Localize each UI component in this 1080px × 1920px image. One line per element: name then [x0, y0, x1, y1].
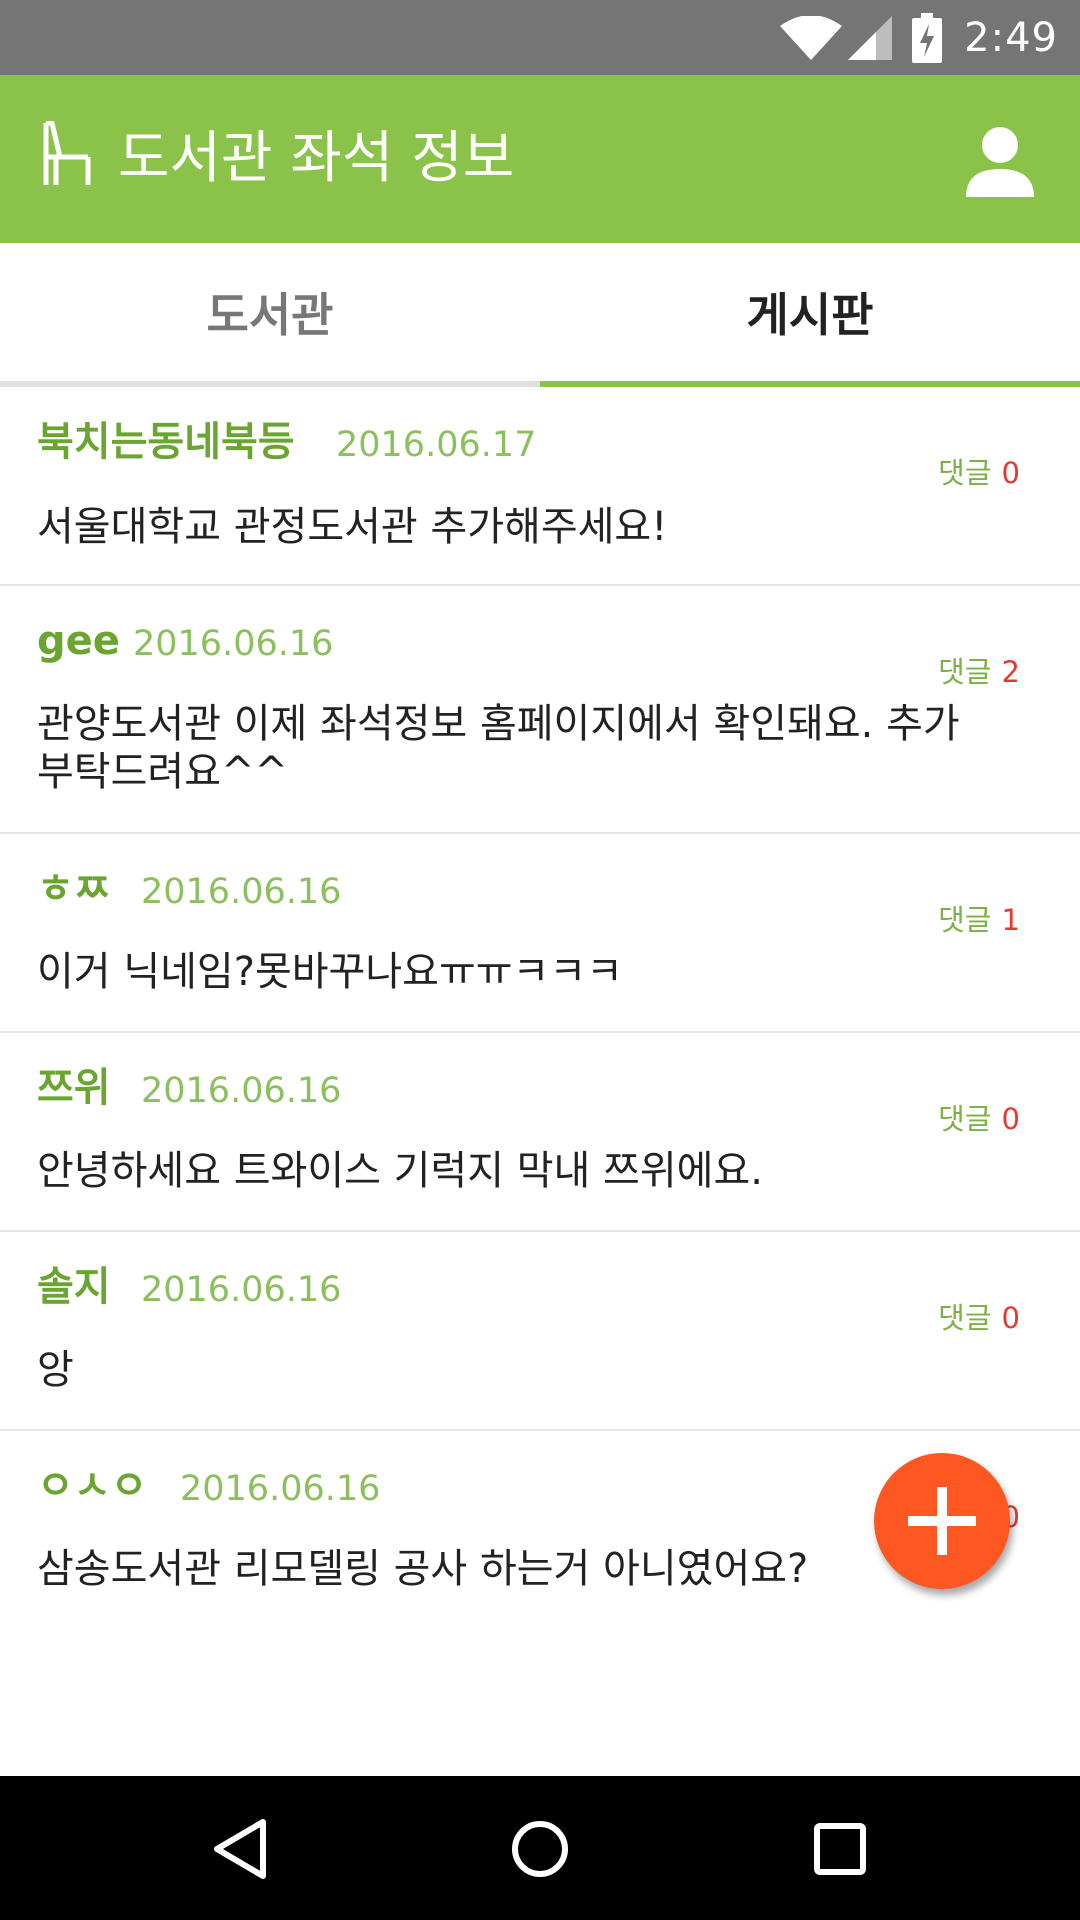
cell-signal-icon	[848, 15, 893, 60]
post-item[interactable]: gee 2016.06.16 댓글 2 관양도서관 이제 좌석정보 홈페이지에서 …	[0, 586, 1080, 834]
post-date: 2016.06.16	[141, 1071, 342, 1111]
tab-board[interactable]: 게시판	[540, 243, 1080, 381]
profile-button[interactable]	[960, 121, 1040, 201]
comment-number: 1	[1001, 903, 1020, 937]
post-date: 2016.06.16	[141, 872, 342, 912]
status-time: 2:49	[964, 14, 1058, 61]
post-date: 2016.06.16	[141, 1270, 342, 1310]
post-body: 서울대학교 관정도서관 추가해주세요!	[37, 504, 668, 550]
comment-number: 2	[1001, 655, 1020, 689]
comment-number: 0	[1001, 1301, 1020, 1335]
chair-icon	[43, 121, 91, 185]
back-icon[interactable]	[205, 1814, 275, 1884]
post-date: 2016.06.16	[133, 624, 334, 664]
post-author: 쯔위	[37, 1065, 111, 1111]
comment-label: 댓글	[938, 1301, 992, 1335]
comment-count: 댓글 1	[938, 902, 1020, 938]
person-icon	[966, 127, 1034, 197]
comment-label: 댓글	[938, 903, 992, 937]
battery-charging-icon	[912, 12, 943, 63]
post-item[interactable]: 북치는동네북등 2016.06.17 댓글 0 서울대학교 관정도서관 추가해주세…	[0, 387, 1080, 586]
post-date: 2016.06.17	[336, 425, 537, 465]
navigation-bar	[0, 1776, 1080, 1920]
post-item[interactable]: 솔지 2016.06.16 댓글 0 앙	[0, 1232, 1080, 1431]
recents-icon[interactable]	[805, 1814, 875, 1884]
comment-number: 0	[1001, 1102, 1020, 1136]
post-author: 솔지	[37, 1264, 111, 1310]
plus-icon	[908, 1487, 976, 1555]
post-list: 북치는동네북등 2016.06.17 댓글 0 서울대학교 관정도서관 추가해주세…	[0, 387, 1080, 1630]
comment-label: 댓글	[938, 456, 992, 490]
tab-bar: 도서관 게시판	[0, 243, 1080, 387]
wifi-icon	[780, 15, 843, 60]
post-body: 삼송도서관 리모델링 공사 하는거 아니였어요?	[37, 1546, 809, 1592]
comment-count: 댓글 0	[938, 1101, 1020, 1137]
post-body: 관양도서관 이제 좌석정보 홈페이지에서 확인돼요. 추가부탁드려요^^	[37, 701, 960, 795]
post-item[interactable]: ㅎㅉ 2016.06.16 댓글 1 이거 닉네임?못바꾸나요ㅠㅠㅋㅋㅋ	[0, 834, 1080, 1033]
comment-label: 댓글	[938, 1102, 992, 1136]
comment-number: 0	[1001, 456, 1020, 490]
add-post-button[interactable]	[874, 1453, 1010, 1589]
comment-count: 댓글 0	[938, 1300, 1020, 1336]
status-icons: 2:49	[780, 0, 1058, 75]
post-date: 2016.06.16	[180, 1469, 381, 1509]
app-title: 도서관 좌석 정보	[118, 126, 515, 191]
comment-count: 댓글 2	[938, 654, 1020, 690]
post-body: 앙	[37, 1347, 74, 1393]
app-bar: 도서관 좌석 정보	[0, 75, 1080, 243]
comment-count: 댓글 0	[938, 455, 1020, 491]
home-icon[interactable]	[505, 1814, 575, 1884]
post-body: 안녕하세요 트와이스 기럭지 막내 쯔위에요.	[37, 1148, 763, 1194]
post-author: gee	[37, 618, 120, 664]
post-body: 이거 닉네임?못바꾸나요ㅠㅠㅋㅋㅋ	[37, 949, 623, 995]
post-author: 북치는동네북등	[37, 419, 295, 465]
post-author: ㅎㅉ	[37, 866, 111, 912]
status-bar: 2:49	[0, 0, 1080, 75]
post-author: ㅇㅅㅇ	[37, 1463, 148, 1509]
tab-library[interactable]: 도서관	[0, 243, 540, 381]
post-item[interactable]: 쯔위 2016.06.16 댓글 0 안녕하세요 트와이스 기럭지 막내 쯔위에요…	[0, 1033, 1080, 1232]
comment-label: 댓글	[938, 655, 992, 689]
